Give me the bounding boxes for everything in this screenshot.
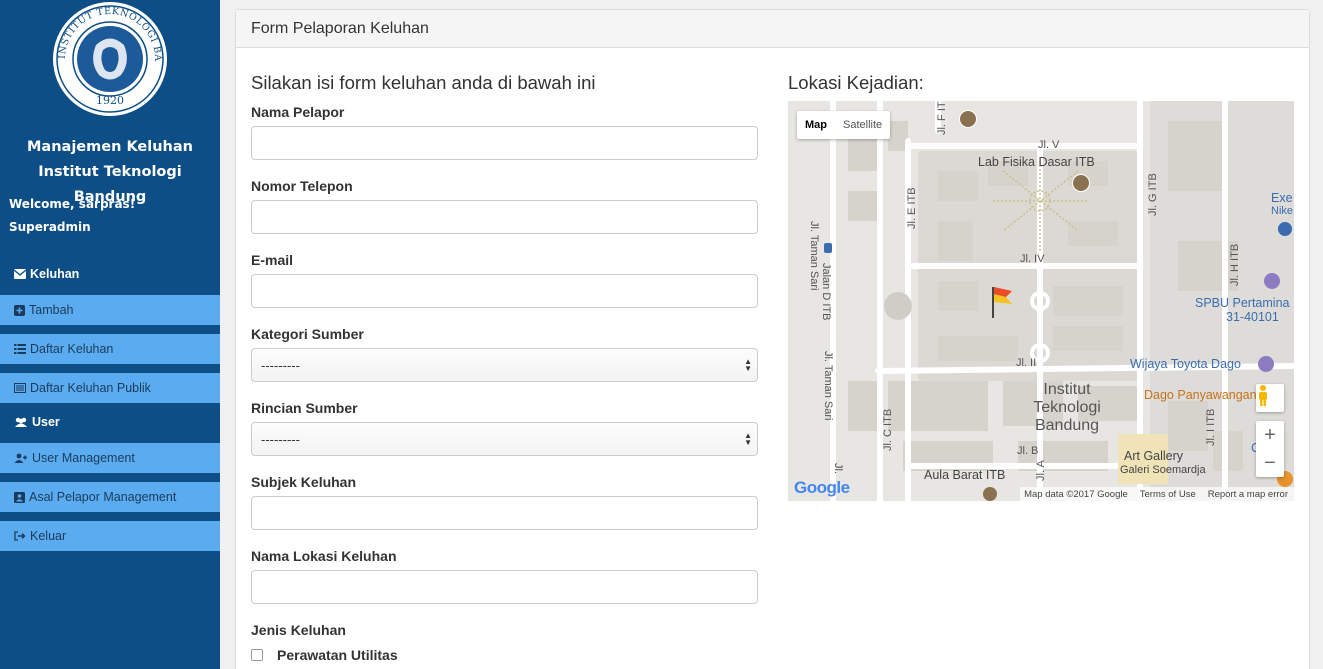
map-label-itb-line1: Institut bbox=[1043, 381, 1091, 398]
map-attribution: Map data ©2017 Google Terms of Use Repor… bbox=[1020, 487, 1294, 501]
zoom-control: + − bbox=[1256, 421, 1284, 477]
map-type-satellite-button[interactable]: Satellite bbox=[835, 111, 890, 139]
map-label-g-itb: Jl. G ITB bbox=[1147, 173, 1159, 216]
sidebar-item-daftar-keluhan-label: Daftar Keluhan bbox=[30, 342, 114, 356]
section-user: User bbox=[14, 415, 60, 429]
map-label-spbu-code: 31-40101 bbox=[1226, 310, 1279, 324]
map-label-aula: Aula Barat ITB bbox=[924, 468, 1006, 482]
map-label-e-itb: Jl. E ITB bbox=[906, 187, 918, 229]
sidebar-item-user-management[interactable]: User Management bbox=[0, 443, 220, 473]
form-intro: Silakan isi form keluhan anda di bawah i… bbox=[251, 72, 596, 93]
subjek-keluhan-input[interactable] bbox=[251, 496, 758, 530]
welcome-text: Welcome, sarpras! bbox=[9, 197, 136, 211]
map-label-jl-ii: Jl. II bbox=[1016, 357, 1037, 369]
role-text: Superadmin bbox=[9, 220, 91, 234]
nama-lokasi-input[interactable] bbox=[251, 570, 758, 604]
map-label-jl-b: Jl. B bbox=[1017, 445, 1039, 457]
app-title-line1: Manajemen Keluhan bbox=[27, 139, 193, 155]
nomor-telepon-input[interactable] bbox=[251, 200, 758, 234]
map-label-jl-a: Jl. A bbox=[1035, 460, 1047, 481]
rincian-sumber-value: --------- bbox=[261, 431, 300, 447]
report-map-error-link[interactable]: Report a map error bbox=[1208, 489, 1288, 500]
list-icon bbox=[14, 344, 26, 354]
sidebar-item-keluar-label: Keluar bbox=[30, 529, 67, 543]
perawatan-utilitas-label: Perawatan Utilitas bbox=[277, 647, 398, 663]
users-icon bbox=[15, 417, 27, 427]
nama-pelapor-input[interactable] bbox=[251, 126, 758, 160]
sidebar-item-keluar[interactable]: Keluar bbox=[0, 521, 220, 551]
map-label-itb-line3: Bandung bbox=[1034, 417, 1100, 434]
label-nama-pelapor: Nama Pelapor bbox=[251, 104, 345, 120]
map-label-taman-sari-top: Jl. Taman Sari bbox=[808, 221, 820, 291]
sign-out-icon bbox=[14, 531, 26, 541]
sidebar: INSTITUT TEKNOLOGI BANDUNG 1920 Manajeme… bbox=[0, 0, 220, 669]
map-label-f-itb: Jl. F ITB bbox=[936, 101, 948, 135]
map-label-dago: Dago Panyawangan bbox=[1144, 388, 1257, 402]
select-arrows-icon: ▲ ▼ bbox=[744, 357, 752, 373]
sidebar-item-daftar-publik[interactable]: Daftar Keluhan Publik bbox=[0, 373, 220, 403]
label-kategori-sumber: Kategori Sumber bbox=[251, 326, 364, 342]
select-arrows-icon: ▲ ▼ bbox=[744, 431, 752, 447]
location-map[interactable]: Jl. F ITB Jl. V Lab Fisika Dasar ITB Jl.… bbox=[788, 101, 1294, 501]
street-view-pegman-icon[interactable] bbox=[1256, 384, 1284, 412]
zoom-out-button[interactable]: − bbox=[1256, 449, 1284, 477]
sidebar-item-asal-pelapor[interactable]: Asal Pelapor Management bbox=[0, 482, 220, 512]
map-label-nike: Nike bbox=[1271, 205, 1294, 217]
perawatan-utilitas-option[interactable]: Perawatan Utilitas bbox=[251, 647, 398, 663]
map-label-jalan-d: Jalan D ITB bbox=[820, 263, 832, 321]
map-data-text: Map data ©2017 Google bbox=[1024, 488, 1128, 500]
map-label-h-itb: Jl. H ITB bbox=[1229, 243, 1241, 286]
map-label-galeri: Galeri Soemardja bbox=[1120, 464, 1206, 476]
plus-square-icon bbox=[14, 304, 25, 316]
map-label-c-itb: Jl. C ITB bbox=[882, 408, 894, 451]
section-user-label: User bbox=[32, 415, 60, 429]
panel-header: Form Pelaporan Keluhan bbox=[236, 10, 1309, 48]
envelope-icon bbox=[14, 269, 26, 279]
map-label-art-gallery: Art Gallery bbox=[1124, 449, 1184, 463]
itb-logo: INSTITUT TEKNOLOGI BANDUNG 1920 bbox=[51, 0, 167, 116]
panel-title: Form Pelaporan Keluhan bbox=[251, 19, 429, 37]
rincian-sumber-select[interactable]: --------- ▲ ▼ bbox=[251, 422, 758, 456]
map-label-jl-iv: Jl. IV bbox=[1020, 253, 1045, 265]
label-email: E-mail bbox=[251, 252, 294, 268]
label-subjek-keluhan: Subjek Keluhan bbox=[251, 474, 357, 490]
map-label-jl-v: Jl. V bbox=[1038, 139, 1060, 151]
map-label-taman-sari-bottom: Jl. Taman Sari bbox=[822, 351, 834, 421]
terms-link[interactable]: Terms of Use bbox=[1140, 489, 1196, 500]
label-nama-lokasi: Nama Lokasi Keluhan bbox=[251, 548, 397, 564]
list-alt-icon bbox=[14, 383, 26, 393]
sidebar-item-daftar-keluhan[interactable]: Daftar Keluhan bbox=[0, 334, 220, 364]
user-square-icon bbox=[14, 491, 25, 503]
kategori-sumber-value: --------- bbox=[261, 357, 300, 373]
map-label-itb: Institut Teknologi Bandung bbox=[1024, 381, 1110, 435]
sidebar-item-tambah-label: Tambah bbox=[29, 303, 74, 317]
sidebar-item-user-management-label: User Management bbox=[32, 451, 135, 465]
map-label-itb-line2: Teknologi bbox=[1033, 399, 1101, 416]
sidebar-item-asal-pelapor-label: Asal Pelapor Management bbox=[29, 490, 177, 504]
logo-year: 1920 bbox=[96, 94, 124, 107]
map-label-wijaya: Wijaya Toyota Dago bbox=[1130, 357, 1241, 371]
kategori-sumber-select[interactable]: --------- ▲ ▼ bbox=[251, 348, 758, 382]
map-type-map-button[interactable]: Map bbox=[797, 111, 835, 139]
map-label-exe: Exe bbox=[1271, 191, 1293, 205]
google-logo: Google bbox=[794, 478, 850, 498]
label-jenis-keluhan: Jenis Keluhan bbox=[251, 622, 346, 638]
section-keluhan-label: Keluhan bbox=[30, 267, 80, 281]
map-label-jl-bottom: Jl. bbox=[832, 463, 844, 474]
label-nomor-telepon: Nomor Telepon bbox=[251, 178, 353, 194]
map-label-i-itb: Jl. I ITB bbox=[1205, 408, 1217, 446]
label-rincian-sumber: Rincian Sumber bbox=[251, 400, 358, 416]
google-logo-text: Google bbox=[794, 478, 850, 497]
user-plus-icon bbox=[14, 453, 27, 463]
map-label-spbu: SPBU Pertamina bbox=[1195, 296, 1290, 310]
sidebar-item-daftar-publik-label: Daftar Keluhan Publik bbox=[30, 381, 151, 395]
section-keluhan: Keluhan bbox=[14, 267, 79, 281]
sidebar-item-tambah[interactable]: Tambah bbox=[0, 295, 220, 325]
zoom-in-button[interactable]: + bbox=[1256, 421, 1284, 449]
map-title: Lokasi Kejadian: bbox=[788, 72, 924, 93]
perawatan-utilitas-checkbox[interactable] bbox=[251, 649, 263, 661]
map-type-control: Map Satellite bbox=[797, 111, 891, 139]
map-label-lab-fisika: Lab Fisika Dasar ITB bbox=[978, 155, 1095, 169]
email-input[interactable] bbox=[251, 274, 758, 308]
